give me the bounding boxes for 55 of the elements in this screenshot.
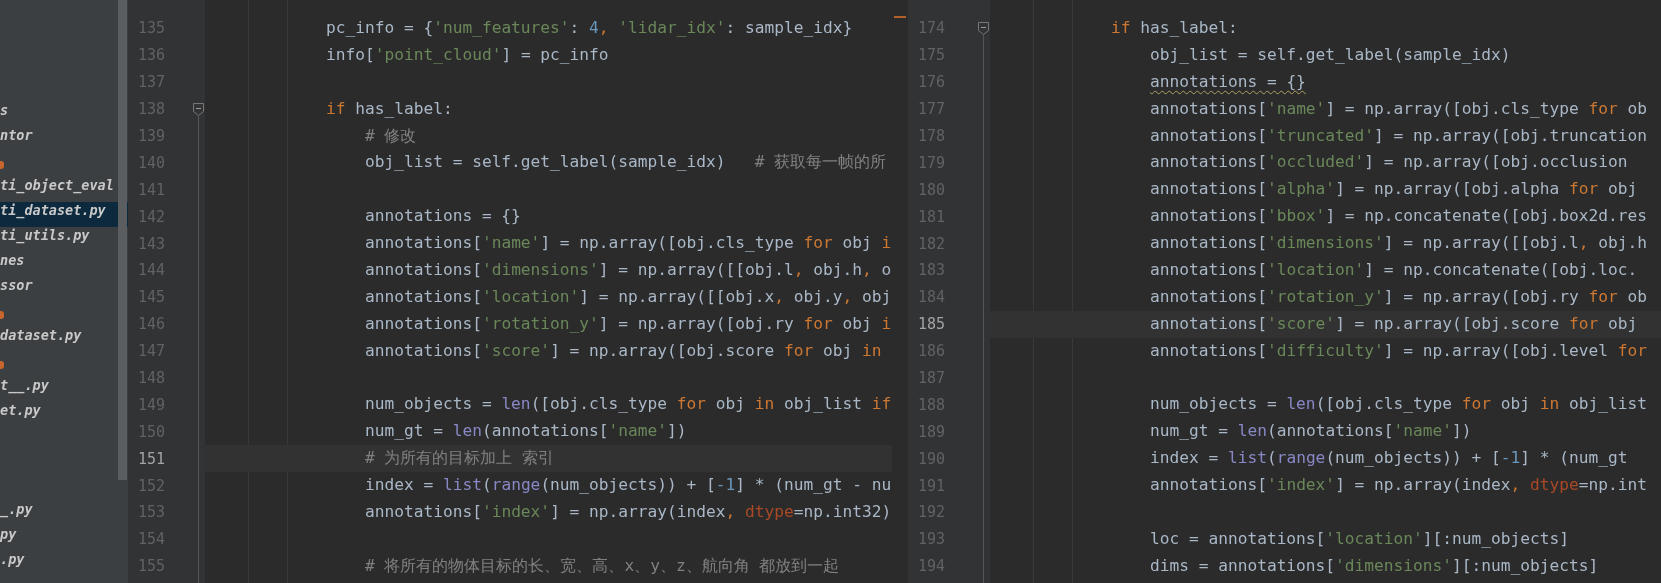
code-line: annotations['index'] = np.array(index, dtype=np.int — [1148, 474, 1649, 497]
file-tree-item[interactable]: py — [0, 526, 118, 551]
file-tree-item[interactable]: _.py — [0, 501, 118, 526]
code-line: annotations['location'] = np.array([[obj.x, obj.y, obj — [363, 285, 892, 308]
file-tree-item[interactable]: ti_utils.py — [0, 227, 118, 252]
code-line: if has_label: — [1109, 17, 1239, 39]
code-line: num_gt = len(annotations['name']) — [363, 420, 688, 443]
line-number: 185 — [917, 315, 945, 334]
code-line: num_gt = len(annotations['name']) — [1148, 420, 1473, 443]
code-line: # 修改 — [363, 124, 418, 147]
line-number: 151 — [137, 449, 165, 468]
code-line: annotations = {} — [1148, 70, 1307, 93]
file-tree-item[interactable]: dataset.py — [0, 327, 118, 352]
file-icon — [0, 310, 4, 319]
code-line: annotations['dimensions'] = np.array([[obj.l, obj.h — [1148, 232, 1648, 255]
code-line: index = list(range(num_objects)) + [-1] * (num_gt — [1148, 447, 1629, 470]
file-icon — [0, 360, 4, 369]
code-line: annotations['truncated'] = np.array([obj.truncation — [1148, 124, 1648, 147]
code-line: num_objects = len([obj.cls_type for obj in obj_list — [1148, 393, 1648, 416]
code-line: if has_label: — [324, 97, 454, 120]
file-tree-item[interactable]: s — [0, 102, 118, 127]
code-line: obj_list = self.get_label(sample_idx) # 获取每一帧的所 — [363, 151, 888, 174]
code-line: annotations['rotation_y'] = np.array([obj.ry for ob — [1148, 285, 1648, 308]
file-icon — [0, 160, 4, 169]
scrollbar-thumb[interactable] — [118, 0, 127, 480]
code-line: obj_list = self.get_label(sample_idx) — [1148, 43, 1512, 66]
fold-icon[interactable] — [193, 102, 204, 116]
code-line: annotations['name'] = np.array([obj.cls_type for obj i — [363, 232, 892, 255]
code-line: index = list(range(num_objects)) + [-1] * (num_gt - nu — [363, 474, 892, 497]
code-line: annotations['bbox'] = np.concatenate([obj.box2d.res — [1148, 205, 1648, 228]
code-line: annotations['difficulty'] = np.array([obj.level for — [1148, 339, 1648, 362]
code-line: annotations['occluded'] = np.array([obj.occlusion — [1148, 151, 1629, 174]
file-tree-item[interactable]: nes — [0, 252, 118, 277]
code-line: annotations['score'] = np.array([obj.score for obj in — [363, 339, 883, 362]
code-line: annotations['dimensions'] = np.array([[obj.l, obj.h, o — [363, 259, 892, 281]
code-line: num_objects = len([obj.cls_type for obj in obj_list if — [363, 393, 892, 416]
code-line: dims = annotations['dimensions'][:num_objects] — [1148, 554, 1600, 577]
code-line: annotations['rotation_y'] = np.array([obj.ry for obj i — [363, 312, 892, 335]
file-tree-item[interactable]: ssor — [0, 277, 118, 302]
code-line: # 将所有的物体目标的长、宽、高、x、y、z、航向角 都放到一起 — [363, 554, 841, 577]
code-line: annotations['index'] = np.array(index, dtype=np.int32) — [363, 501, 892, 524]
code-line: pc_info = {'num_features': 4, 'lidar_idx': sample_idx} — [324, 17, 854, 39]
code-line: annotations['location'] = np.concatenate([obj.loc. — [1148, 259, 1639, 281]
file-tree-item[interactable]: ntor — [0, 127, 118, 152]
file-tree-item[interactable]: t__.py — [0, 377, 118, 402]
file-tree-item[interactable]: ti_object_eval — [0, 177, 118, 202]
file-tree-item[interactable]: .py — [0, 551, 118, 576]
code-line: annotations = {} — [363, 205, 522, 228]
code-line: info['point_cloud'] = pc_info — [324, 43, 610, 66]
code-line: annotations['name'] = np.array([obj.cls_type for ob — [1148, 97, 1648, 120]
fold-icon[interactable] — [978, 22, 989, 35]
code-line: annotations['alpha'] = np.array([obj.alpha for obj — [1148, 178, 1639, 201]
code-line: loc = annotations['location'][:num_objects] — [1148, 527, 1570, 550]
file-tree-item[interactable]: ti_dataset.py — [0, 202, 128, 227]
file-tree-item[interactable]: et.py — [0, 402, 118, 427]
